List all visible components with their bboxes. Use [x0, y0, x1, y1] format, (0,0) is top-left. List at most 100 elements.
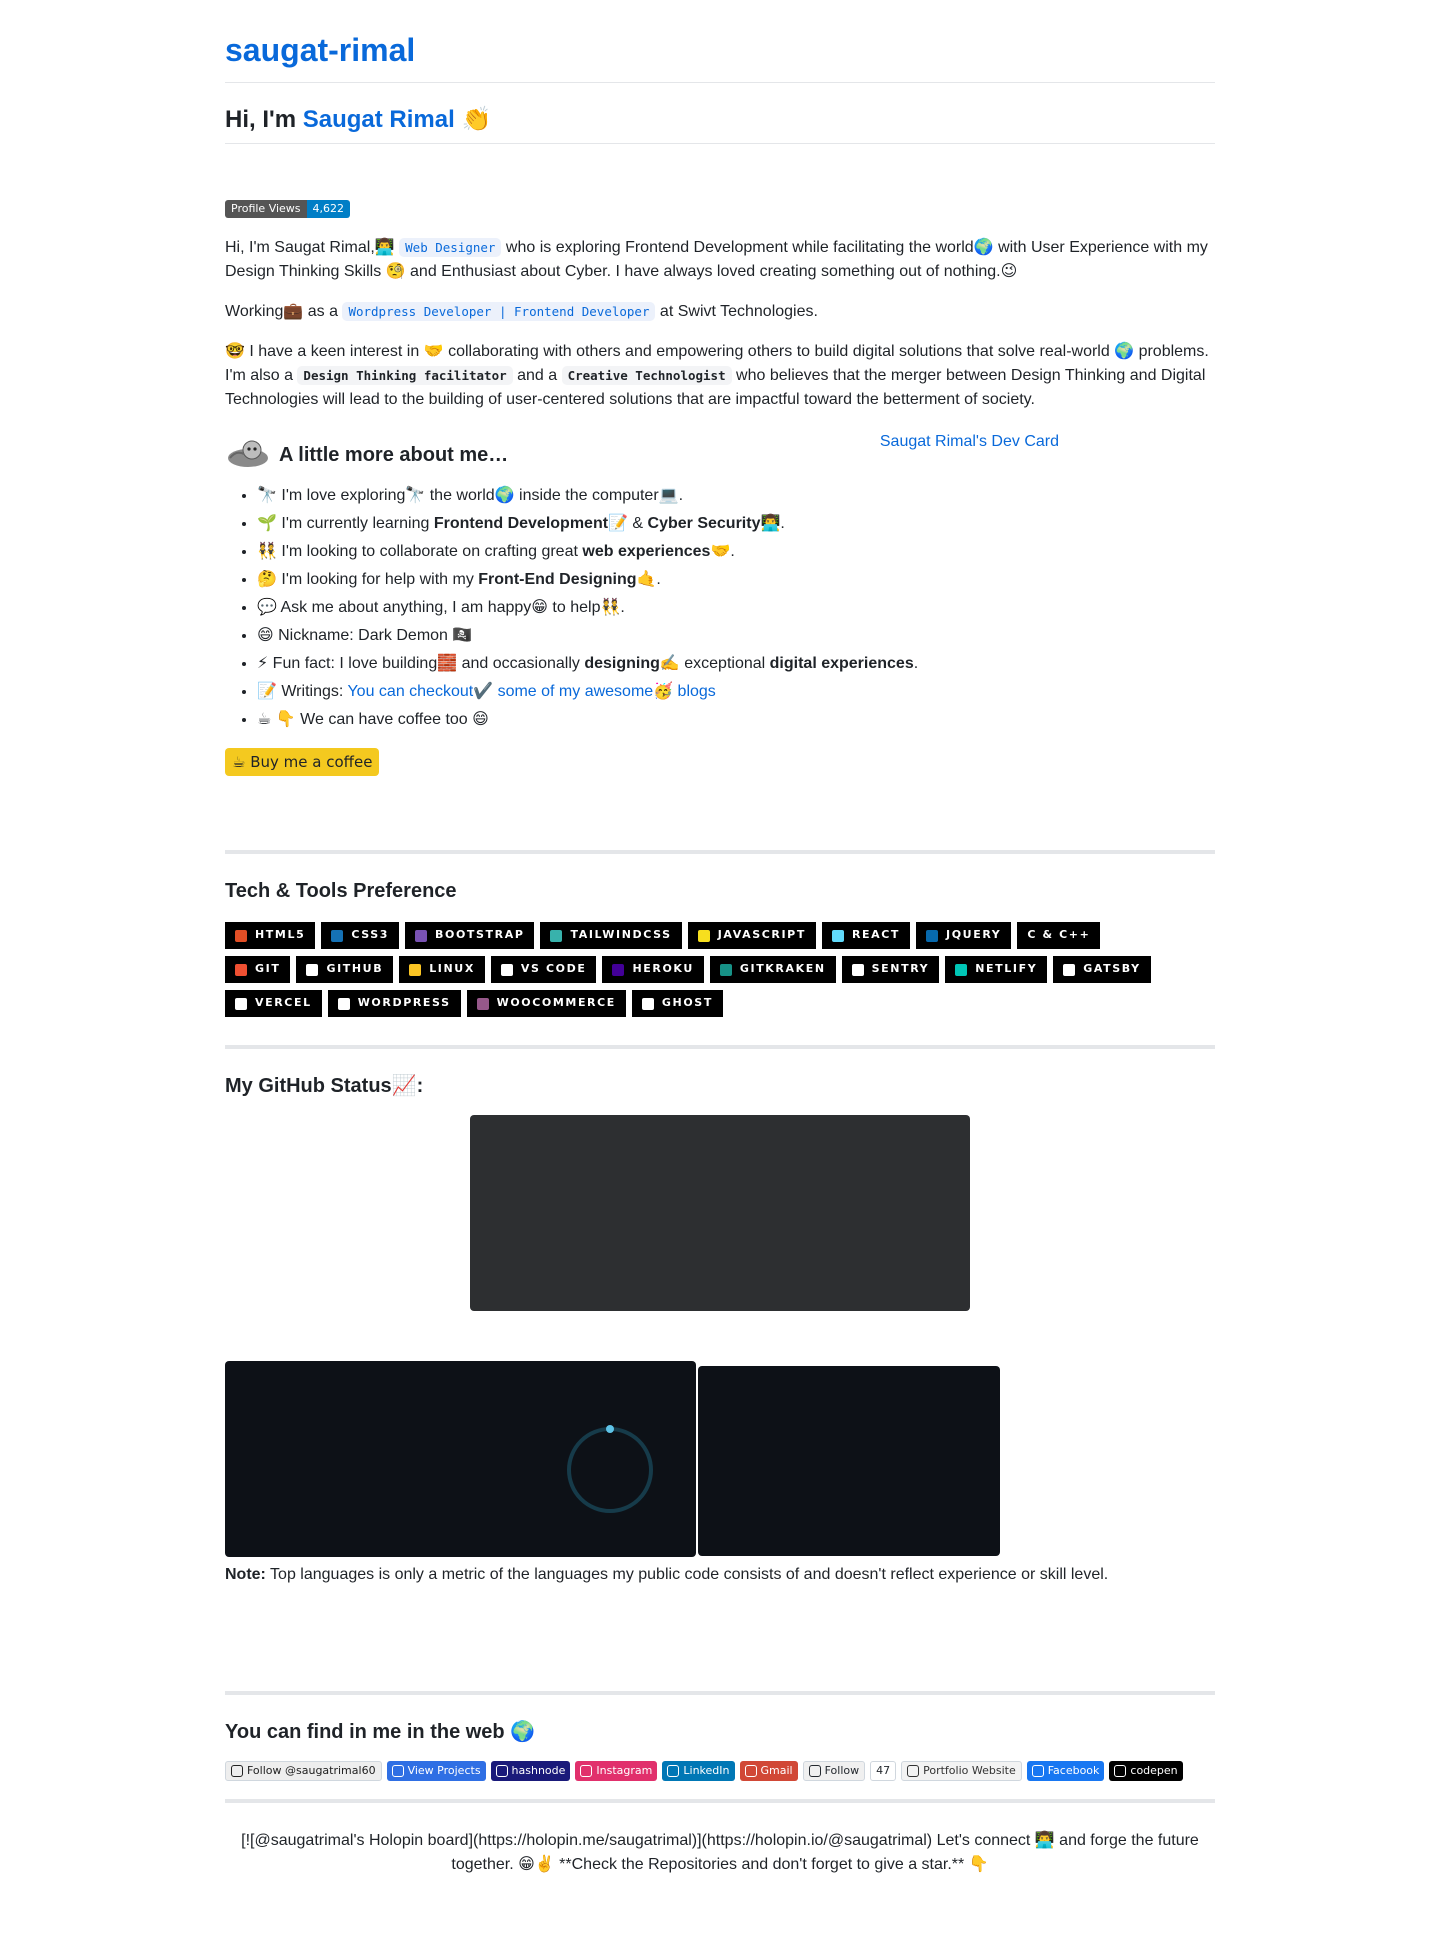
social-badge-label: hashnode: [511, 1763, 566, 1777]
about-item-text: ⚡ Fun fact: I love building🧱 and occasio…: [257, 654, 585, 672]
wave-icon: 👏: [461, 105, 492, 133]
tech-tag: C & C++: [1017, 922, 1101, 950]
vercel-icon: [235, 997, 247, 1010]
social-badge[interactable]: Follow: [802, 1761, 866, 1782]
tech-tag: GATSBY: [1053, 956, 1151, 984]
social-badge[interactable]: codepen: [1109, 1761, 1183, 1782]
note-paragraph: Note: Top languages is only a metric of …: [225, 1563, 1215, 1587]
intro-heading: Hi, I'm Saugat Rimal 👏: [225, 105, 1215, 144]
facebook-icon: [1031, 1765, 1044, 1778]
social-badge[interactable]: 47: [870, 1761, 897, 1782]
streak-stats-card[interactable]: [225, 1361, 696, 1558]
divider: [225, 850, 1215, 855]
tech-tag-label: HEROKU: [632, 962, 694, 976]
about-item: 📝 Writings: You can checkout✔️ some of m…: [257, 678, 1215, 706]
about-item-text: 👨‍💻.: [760, 514, 785, 532]
p3-text-b: and a: [512, 366, 562, 384]
about-item-text: 🤝.: [710, 542, 735, 560]
intro-paragraph-1: Hi, I'm Saugat Rimal,👨‍💻 Web Designer wh…: [225, 236, 1215, 284]
more-about-section: Saugat Rimal's Dev Card A little more ab…: [225, 430, 1215, 470]
p2-text-a: Working💼 as a: [225, 302, 343, 320]
tech-tag-label: REACT: [851, 928, 901, 942]
intro-name-link[interactable]: Saugat Rimal: [303, 106, 455, 133]
design-thinking-code: Design Thinking facilitator: [297, 365, 513, 385]
note-text: Top languages is only a metric of the la…: [265, 1566, 1109, 1584]
tech-tag-label: GATSBY: [1083, 962, 1141, 976]
tailwind-icon: [550, 929, 563, 942]
about-item-text: 🤔 I'm looking for help with my: [257, 570, 479, 588]
react-icon: [831, 929, 844, 942]
html5-icon: [235, 929, 247, 942]
site-title[interactable]: saugat-rimal: [225, 30, 1215, 83]
css3-icon: [331, 929, 344, 942]
about-item-text: 🌱 I'm currently learning: [257, 514, 434, 532]
tech-tag-label: JAVASCRIPT: [717, 928, 806, 942]
tech-tag: JQUERY: [916, 922, 1012, 950]
tech-tag: LINUX: [399, 956, 485, 984]
about-item-text: 💬 Ask me about anything, I am happy😁 to …: [257, 598, 625, 616]
tech-tag-label: LINUX: [429, 962, 475, 976]
instagram-icon: [580, 1765, 593, 1778]
social-badge[interactable]: Portfolio Website: [901, 1761, 1022, 1782]
social-badge-label: codepen: [1130, 1763, 1178, 1777]
tech-tag: CSS3: [321, 922, 400, 950]
tech-tags: HTML5 CSS3 BOOTSTRAP TAILWINDCSS JAVASCRIPT R…: [225, 922, 1165, 1018]
blogs-link[interactable]: You can checkout✔️ some of my awesome🥳 b…: [347, 683, 715, 700]
about-item-text: 👯 I'm looking to collaborate on crafting…: [257, 542, 583, 560]
note-label: Note:: [225, 1566, 266, 1584]
social-badge[interactable]: Follow @saugatrimal60: [225, 1761, 382, 1782]
ghost-icon: [641, 997, 654, 1010]
tech-tag: HTML5: [225, 922, 316, 950]
linux-icon: [409, 963, 422, 976]
social-badge[interactable]: hashnode: [490, 1761, 571, 1782]
tech-tag: VERCEL: [225, 990, 322, 1018]
social-badge[interactable]: Instagram: [575, 1761, 658, 1782]
about-item-text: .: [913, 654, 919, 672]
top-languages-card[interactable]: [698, 1366, 1000, 1557]
site-title-link[interactable]: saugat-rimal: [225, 32, 415, 68]
readme-page: saugat-rimal Hi, I'm Saugat Rimal 👏 Prof…: [225, 0, 1215, 1877]
social-badge[interactable]: LinkedIn: [662, 1761, 735, 1782]
tech-tag: WORDPRESS: [327, 990, 461, 1018]
tech-tag: REACT: [821, 922, 911, 950]
tech-tag: TAILWINDCSS: [540, 922, 682, 950]
about-item-text: 🤙.: [636, 570, 661, 588]
git-icon: [235, 963, 247, 976]
tech-tag-label: HTML5: [255, 928, 306, 942]
about-item: ☕ 👇 We can have coffee too 😄: [257, 706, 1215, 734]
profile-views-label: Profile Views: [225, 199, 307, 218]
javascript-icon: [697, 929, 710, 942]
tech-tag: GITHUB: [296, 956, 394, 984]
about-item: 👯 I'm looking to collaborate on crafting…: [257, 538, 1215, 566]
about-item-text: 📝 &: [608, 514, 648, 532]
buy-coffee-button[interactable]: ☕ Buy me a coffee: [225, 747, 380, 777]
footer-text: [![@saugatrimal's Holopin board](https:/…: [241, 1832, 1199, 1874]
tech-tag-label: C & C++: [1027, 928, 1091, 942]
heroku-icon: [612, 963, 625, 976]
social-badge-label: Instagram: [596, 1763, 653, 1777]
github-stats-area: [225, 1099, 1215, 1558]
netlify-icon: [955, 963, 968, 976]
about-item-bold: Frontend Development: [433, 514, 609, 532]
intro-paragraph-2: Working💼 as a Wordpress Developer | Fron…: [225, 300, 1215, 324]
bootstrap-icon: [415, 929, 428, 942]
p1-text-a: Hi, I'm Saugat Rimal,👨‍💻: [225, 238, 400, 256]
more-about-heading: A little more about me…: [225, 430, 1215, 470]
divider: [225, 1691, 1215, 1696]
dev-card-link[interactable]: Saugat Rimal's Dev Card: [880, 430, 1059, 454]
more-about-title: A little more about me…: [279, 443, 509, 466]
tech-tag-label: TAILWINDCSS: [570, 928, 672, 942]
about-item-bold: designing: [584, 654, 660, 672]
portfolio-icon: [907, 1765, 920, 1778]
social-badge[interactable]: Facebook: [1026, 1761, 1105, 1782]
about-item-bold: Cyber Security: [647, 514, 761, 532]
social-badge[interactable]: Gmail: [739, 1761, 798, 1782]
sentry-icon: [851, 963, 864, 976]
grid-icon: [391, 1765, 404, 1778]
p2-text-b: at Swivt Technologies.: [655, 302, 818, 320]
social-badge[interactable]: View Projects: [386, 1761, 486, 1782]
intro-paragraph-3: 🤓 I have a keen interest in 🤝 collaborat…: [225, 340, 1215, 412]
x-icon: [231, 1765, 243, 1778]
about-item: 😄 Nickname: Dark Demon 🏴‍☠️: [257, 622, 1215, 650]
github-stats-card[interactable]: [470, 1115, 970, 1312]
